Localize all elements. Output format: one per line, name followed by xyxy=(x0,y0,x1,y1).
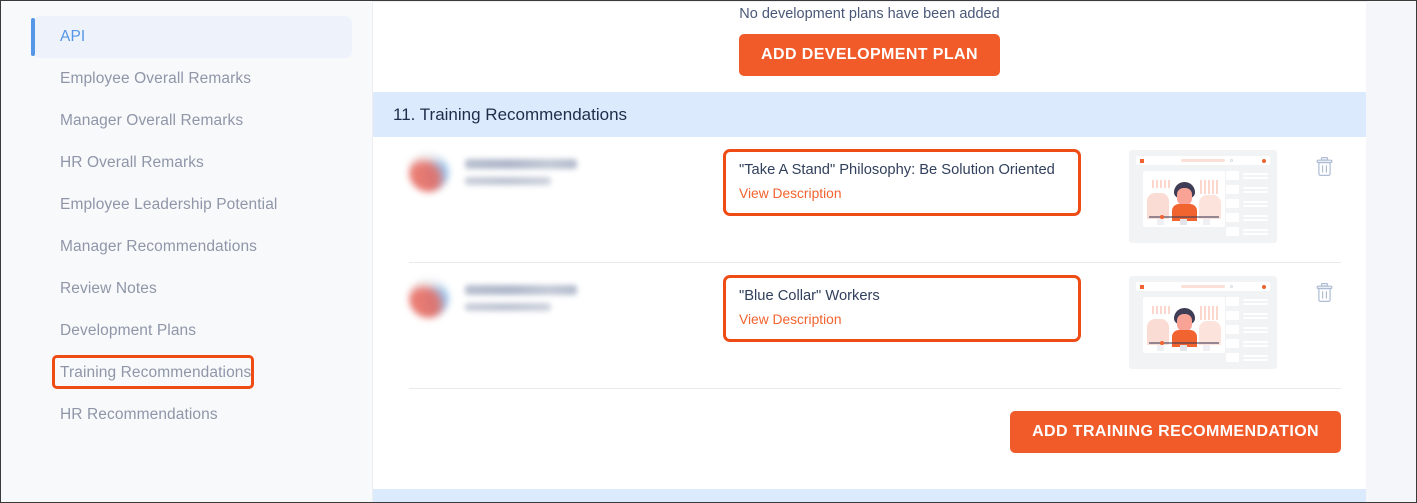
user-name-redacted xyxy=(465,285,577,295)
sidebar-item-review-notes[interactable]: Review Notes xyxy=(33,268,352,310)
avatar xyxy=(409,278,449,318)
sidebar-item-api[interactable]: API xyxy=(31,16,352,58)
view-description-link[interactable]: View Description xyxy=(739,312,842,327)
sidebar-item-label: HR Overall Remarks xyxy=(60,154,204,171)
development-plans-empty-text: No development plans have been added xyxy=(739,6,1000,22)
main-panel: No development plans have been added ADD… xyxy=(373,2,1366,502)
thumb-url-bar xyxy=(1181,159,1225,162)
user-name-redacted xyxy=(465,159,577,169)
sidebar: API Employee Overall Remarks Manager Ove… xyxy=(2,2,373,502)
sidebar-item-employee-leadership-potential[interactable]: Employee Leadership Potential xyxy=(33,184,352,226)
thumb-control-next-icon xyxy=(1203,219,1210,225)
video-course-thumbnail xyxy=(1129,150,1277,243)
row-title-area: "Take A Stand" Philosophy: Be Solution O… xyxy=(719,137,1129,217)
thumb-playlist xyxy=(1226,171,1270,236)
view-description-link[interactable]: View Description xyxy=(739,186,842,201)
training-title: "Blue Collar" Workers xyxy=(739,288,880,304)
thumb-shelf-right xyxy=(1200,306,1218,320)
row-user-meta xyxy=(465,285,577,311)
thumb-video-stage xyxy=(1143,297,1225,353)
delete-row-button[interactable] xyxy=(1307,275,1341,309)
thumb-shelf-left xyxy=(1152,306,1170,314)
row-user-info xyxy=(409,263,719,318)
thumb-control-prev-icon xyxy=(1157,219,1164,225)
sidebar-item-employee-overall-remarks[interactable]: Employee Overall Remarks xyxy=(33,58,352,100)
thumb-video-stage xyxy=(1143,171,1225,227)
user-date-redacted xyxy=(465,303,551,311)
right-gutter xyxy=(1366,2,1416,502)
sidebar-item-label: Employee Leadership Potential xyxy=(60,196,278,213)
thumb-control-play-icon xyxy=(1180,219,1187,225)
section-title: 11. Training Recommendations xyxy=(393,104,628,124)
sidebar-item-label: Review Notes xyxy=(60,280,157,297)
sidebar-item-label: Training Recommendations xyxy=(60,364,252,381)
add-development-plan-button[interactable]: ADD DEVELOPMENT PLAN xyxy=(739,34,1000,76)
training-footer-actions: ADD TRAINING RECOMMENDATION xyxy=(409,389,1366,453)
app-root: API Employee Overall Remarks Manager Ove… xyxy=(0,0,1417,503)
training-recommendations-section-header: 11. Training Recommendations xyxy=(373,92,1366,137)
video-course-thumbnail xyxy=(1129,276,1277,369)
thumb-search-icon xyxy=(1230,159,1233,162)
thumb-search-icon xyxy=(1230,285,1233,288)
next-section-band xyxy=(373,489,1366,502)
delete-row-button[interactable] xyxy=(1307,149,1341,183)
thumb-url-bar xyxy=(1181,285,1225,288)
thumb-shelf-right xyxy=(1200,180,1218,194)
table-row: "Take A Stand" Philosophy: Be Solution O… xyxy=(409,137,1341,263)
thumb-dot-left-icon xyxy=(1140,158,1144,163)
sidebar-item-label: HR Recommendations xyxy=(60,406,218,423)
trash-icon xyxy=(1316,156,1332,176)
thumb-dot-right-icon xyxy=(1262,284,1266,289)
sidebar-item-label: Manager Recommendations xyxy=(60,238,258,255)
thumb-dot-right-icon xyxy=(1262,158,1266,163)
add-training-recommendation-button[interactable]: ADD TRAINING RECOMMENDATION xyxy=(1010,411,1341,453)
sidebar-item-manager-overall-remarks[interactable]: Manager Overall Remarks xyxy=(33,100,352,142)
row-title-area: "Blue Collar" Workers View Description xyxy=(719,263,1129,343)
row-user-meta xyxy=(465,159,577,185)
training-title-highlight-box[interactable]: "Take A Stand" Philosophy: Be Solution O… xyxy=(723,149,1081,217)
trash-icon xyxy=(1316,282,1332,302)
row-user-info xyxy=(409,137,719,192)
user-date-redacted xyxy=(465,177,551,185)
avatar xyxy=(409,152,449,192)
thumb-playlist xyxy=(1226,297,1270,362)
training-title: "Take A Stand" Philosophy: Be Solution O… xyxy=(739,162,1055,178)
thumb-dot-left-icon xyxy=(1140,284,1144,289)
thumb-control-play-icon xyxy=(1180,345,1187,351)
thumb-control-next-icon xyxy=(1203,345,1210,351)
sidebar-item-training-recommendations[interactable]: Training Recommendations xyxy=(33,352,352,394)
sidebar-item-label: Employee Overall Remarks xyxy=(60,70,252,87)
sidebar-item-hr-recommendations[interactable]: HR Recommendations xyxy=(33,394,352,436)
table-row: "Blue Collar" Workers View Description xyxy=(409,263,1341,389)
sidebar-item-manager-recommendations[interactable]: Manager Recommendations xyxy=(33,226,352,268)
sidebar-item-label: Development Plans xyxy=(60,322,197,339)
sidebar-item-label: Manager Overall Remarks xyxy=(60,112,244,129)
sidebar-item-label: API xyxy=(60,28,86,45)
training-title-highlight-box[interactable]: "Blue Collar" Workers View Description xyxy=(723,275,1081,343)
sidebar-item-development-plans[interactable]: Development Plans xyxy=(33,310,352,352)
development-plans-block: No development plans have been added ADD… xyxy=(373,2,1366,92)
thumb-shelf-left xyxy=(1152,180,1170,188)
sidebar-item-hr-overall-remarks[interactable]: HR Overall Remarks xyxy=(33,142,352,184)
thumb-control-prev-icon xyxy=(1157,345,1164,351)
